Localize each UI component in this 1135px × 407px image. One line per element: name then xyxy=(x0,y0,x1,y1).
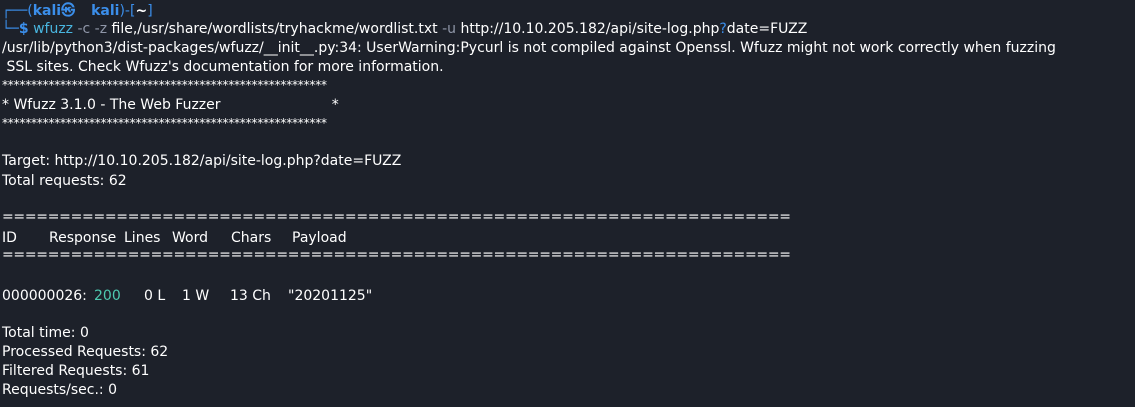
command-url-base: http://10.10.205.182/api/site-log.php xyxy=(460,21,720,37)
row-chars: 13 Ch xyxy=(230,288,271,304)
table-row: 000000026: 200 0 L 1 W 13 Ch "20201125" xyxy=(2,287,372,305)
prompt-header-line: ┌──(kali㉿ kali)-[~] xyxy=(2,2,153,20)
summary-filtered: Filtered Requests: 61 xyxy=(2,363,150,379)
prompt-close: ] xyxy=(147,3,153,19)
summary-rate: Requests/sec.: 0 xyxy=(2,382,118,398)
terminal-window[interactable]: ┌──(kali㉿ kali)-[~] └─$ wfuzz -c -z file,… xyxy=(0,0,1135,407)
prompt-user: kali xyxy=(32,3,62,19)
row-lines: 0 L xyxy=(144,288,166,304)
banner-stars-top: ****************************************… xyxy=(2,78,327,92)
command-opt-c: -c xyxy=(77,21,91,37)
row-payload: "20201125" xyxy=(288,288,373,304)
command-line: └─$ wfuzz -c -z file,/usr/share/wordlist… xyxy=(2,20,807,38)
summary-processed: Processed Requests: 62 xyxy=(2,344,169,360)
row-response: 200 xyxy=(94,288,121,304)
command-url-question: ? xyxy=(719,21,727,37)
command-z-value: file,/usr/share/wordlists/tryhackme/word… xyxy=(111,21,438,37)
row-word: 1 W xyxy=(182,288,210,304)
header-id: ID xyxy=(2,230,17,246)
banner-title-text: * Wfuzz 3.1.0 - The Web Fuzzer * xyxy=(2,97,339,113)
banner-stars-bottom: ****************************************… xyxy=(2,116,327,130)
table-separator-bottom: ========================================… xyxy=(2,247,791,263)
summary-time: Total time: 0 xyxy=(2,325,89,341)
prompt-dir: ~ xyxy=(135,3,148,19)
prompt-dollar: $ xyxy=(18,21,29,37)
total-requests-line: Total requests: 62 xyxy=(2,173,127,189)
warning-line-1: /usr/lib/python3/dist-packages/wfuzz/__i… xyxy=(2,40,1056,56)
header-lines: Lines xyxy=(124,230,161,246)
header-response: Response xyxy=(49,230,117,246)
table-separator-top: ========================================… xyxy=(2,209,791,225)
command-name: wfuzz xyxy=(33,21,74,37)
row-id: 000000026: xyxy=(2,288,87,304)
prompt-mid: )-[ xyxy=(119,3,136,19)
target-line: Target: http://10.10.205.182/api/site-lo… xyxy=(2,153,402,169)
banner-title: * Wfuzz 3.1.0 - The Web Fuzzer * xyxy=(2,96,339,114)
command-opt-z: -z xyxy=(94,21,108,37)
table-header: ID Response Lines Word Chars Payload xyxy=(2,229,347,247)
prompt-corner-top: ┌──( xyxy=(2,3,33,19)
header-chars: Chars xyxy=(231,230,272,246)
header-payload: Payload xyxy=(292,230,347,246)
command-opt-u: -u xyxy=(442,21,457,37)
header-word: Word xyxy=(172,230,208,246)
command-url-param: date=FUZZ xyxy=(726,21,808,37)
warning-line-2: SSL sites. Check Wfuzz's documentation f… xyxy=(2,59,444,75)
prompt-corner-bottom: └─ xyxy=(2,21,19,37)
prompt-host: kali xyxy=(91,3,120,19)
skull-icon: ㉿ xyxy=(61,3,76,19)
